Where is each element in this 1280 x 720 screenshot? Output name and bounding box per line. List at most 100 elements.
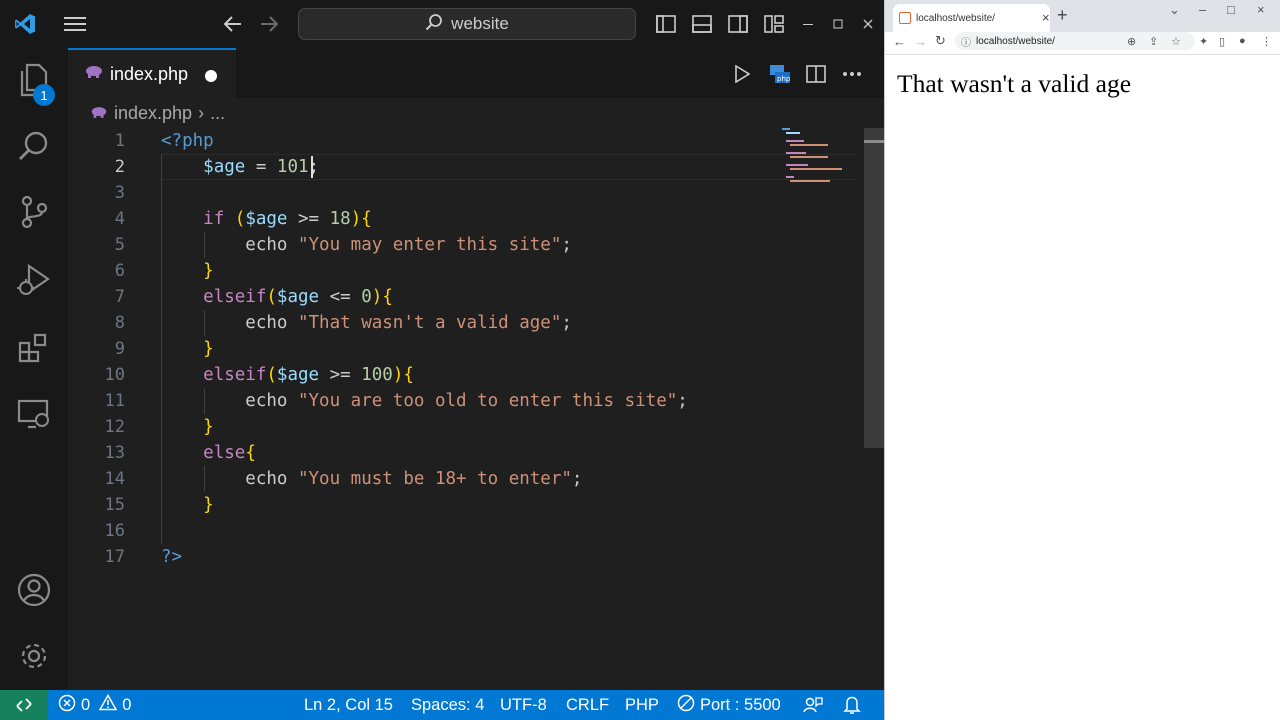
menu-icon[interactable]	[60, 8, 90, 40]
extensions-icon[interactable]	[0, 316, 68, 380]
browser-tab-strip: localhost/website/ × + ⌄ – □ ×	[885, 0, 1280, 32]
zoom-icon[interactable]: ⊕	[1127, 32, 1136, 50]
browser-minimize-icon[interactable]: –	[1199, 2, 1206, 17]
end-of-line[interactable]: CRLF	[566, 690, 609, 720]
feedback-icon[interactable]	[803, 690, 823, 720]
problems-indicator[interactable]: 0 0	[58, 690, 131, 720]
php-server-icon[interactable]: php	[764, 58, 796, 90]
indentation[interactable]: Spaces: 4	[411, 690, 484, 720]
more-actions-icon[interactable]	[836, 58, 868, 90]
back-arrow-icon[interactable]	[220, 8, 246, 40]
reload-icon[interactable]: ↻	[935, 32, 946, 50]
code-editor[interactable]: 1 2 3 4 5 6 7 8 9 10 11 12 13 14 15 16 1…	[68, 128, 864, 690]
language-mode[interactable]: PHP	[625, 690, 659, 720]
search-view-icon[interactable]	[0, 114, 68, 178]
command-center-search[interactable]: website	[298, 8, 636, 40]
token-variable: $age	[276, 365, 320, 385]
code-line-14: echo "You must be 18+ to enter";	[161, 466, 582, 492]
run-code-icon[interactable]	[726, 58, 758, 90]
scrollbar-cursor-marker	[864, 140, 884, 143]
accounts-icon[interactable]	[0, 558, 68, 622]
live-server-port[interactable]: Port : 5500	[677, 690, 781, 720]
code-line-11: echo "You are too old to enter this site…	[161, 388, 688, 414]
extensions-puzzle-icon[interactable]: ✦	[1199, 32, 1208, 50]
profile-avatar-icon[interactable]: ●	[1239, 32, 1246, 50]
minimap-line	[790, 156, 828, 158]
browser-maximize-icon[interactable]: □	[1227, 2, 1235, 17]
remote-explorer-icon[interactable]	[0, 382, 68, 446]
share-icon[interactable]: ⇪	[1149, 32, 1158, 50]
activity-bar: 1	[0, 48, 68, 690]
unsaved-changes-dot[interactable]	[205, 70, 217, 82]
run-and-debug-icon[interactable]	[0, 248, 68, 312]
cursor-position[interactable]: Ln 2, Col 15	[304, 690, 393, 720]
token-echo: echo	[245, 235, 298, 255]
breadcrumb-symbols[interactable]: ...	[210, 103, 225, 124]
tab-index-php[interactable]: index.php	[68, 48, 236, 98]
browser-page-content: That wasn't a valid age	[885, 54, 1280, 720]
remote-icon	[16, 698, 32, 712]
tab-search-chevron-icon[interactable]: ⌄	[1169, 2, 1180, 18]
split-editor-icon[interactable]	[800, 58, 832, 90]
browser-tab[interactable]: localhost/website/ ×	[893, 4, 1050, 32]
toggle-primary-sidebar-icon[interactable]	[654, 8, 678, 40]
vscode-window: website 1 index.php php index.php › ... …	[0, 0, 884, 720]
token-paren: (	[266, 365, 277, 385]
forward-arrow-icon[interactable]	[256, 8, 282, 40]
toggle-panel-icon[interactable]	[690, 8, 714, 40]
browser-close-icon[interactable]: ×	[1257, 2, 1265, 17]
explorer-icon[interactable]: 1	[0, 48, 68, 112]
tab-label: index.php	[110, 63, 189, 84]
browser-tab-title: localhost/website/	[916, 12, 995, 24]
address-bar[interactable]: ⓘ localhost/website/	[955, 32, 1195, 50]
browser-toolbar: ← → ↻ ⓘ localhost/website/ ⊕ ⇪ ☆ ✦ ▯ ● ⋮	[885, 32, 1280, 52]
line-number: 12	[104, 417, 125, 437]
token-semicolon: ;	[677, 391, 688, 411]
notifications-bell-icon[interactable]	[843, 690, 861, 720]
editor-tab-bar: index.php php	[68, 48, 884, 98]
token-echo: echo	[245, 469, 298, 489]
maximize-icon[interactable]	[824, 8, 852, 40]
breadcrumb-chevron: ›	[198, 102, 205, 123]
new-tab-icon[interactable]: +	[1057, 5, 1068, 26]
line-number: 10	[104, 365, 125, 385]
browser-forward-icon[interactable]: →	[914, 32, 927, 50]
token-paren: )	[392, 365, 404, 385]
breadcrumb-file[interactable]: index.php	[114, 103, 192, 124]
line-number: 17	[104, 547, 125, 567]
svg-text:php: php	[777, 75, 791, 83]
line-number: 15	[104, 495, 125, 515]
vertical-scrollbar[interactable]	[864, 128, 884, 690]
source-control-icon[interactable]	[0, 180, 68, 244]
toggle-secondary-sidebar-icon[interactable]	[726, 8, 750, 40]
settings-gear-icon[interactable]	[0, 624, 68, 688]
minimize-icon[interactable]	[794, 8, 822, 40]
browser-back-icon[interactable]: ←	[893, 32, 906, 50]
search-icon	[425, 13, 443, 36]
token-brace: }	[203, 339, 214, 359]
line-number: 14	[104, 469, 125, 489]
line-number: 11	[104, 391, 125, 411]
no-entry-icon	[677, 694, 695, 717]
minimap[interactable]	[780, 128, 850, 188]
title-bar: website	[0, 0, 884, 48]
token-number: 18	[329, 209, 351, 229]
side-panel-icon[interactable]: ▯	[1219, 32, 1225, 50]
remote-indicator[interactable]	[0, 690, 48, 720]
token-string: "You must be 18+ to enter"	[297, 469, 572, 489]
scrollbar-thumb[interactable]	[864, 128, 884, 448]
bookmark-star-icon[interactable]: ☆	[1171, 32, 1181, 50]
warning-count: 0	[122, 695, 132, 714]
close-window-icon[interactable]	[854, 8, 882, 40]
line-number: 2	[114, 157, 125, 177]
encoding[interactable]: UTF-8	[500, 690, 547, 720]
customize-layout-icon[interactable]	[762, 8, 786, 40]
token-string: "You are too old to enter this site"	[297, 391, 678, 411]
line-number: 3	[114, 183, 125, 203]
token-paren: )	[371, 287, 383, 307]
tab-close-icon[interactable]: ×	[1042, 10, 1050, 25]
code-line-6: }	[161, 258, 214, 284]
minimap-line	[786, 152, 806, 154]
token-brace: }	[203, 261, 214, 281]
browser-menu-icon[interactable]: ⋮	[1261, 32, 1272, 50]
